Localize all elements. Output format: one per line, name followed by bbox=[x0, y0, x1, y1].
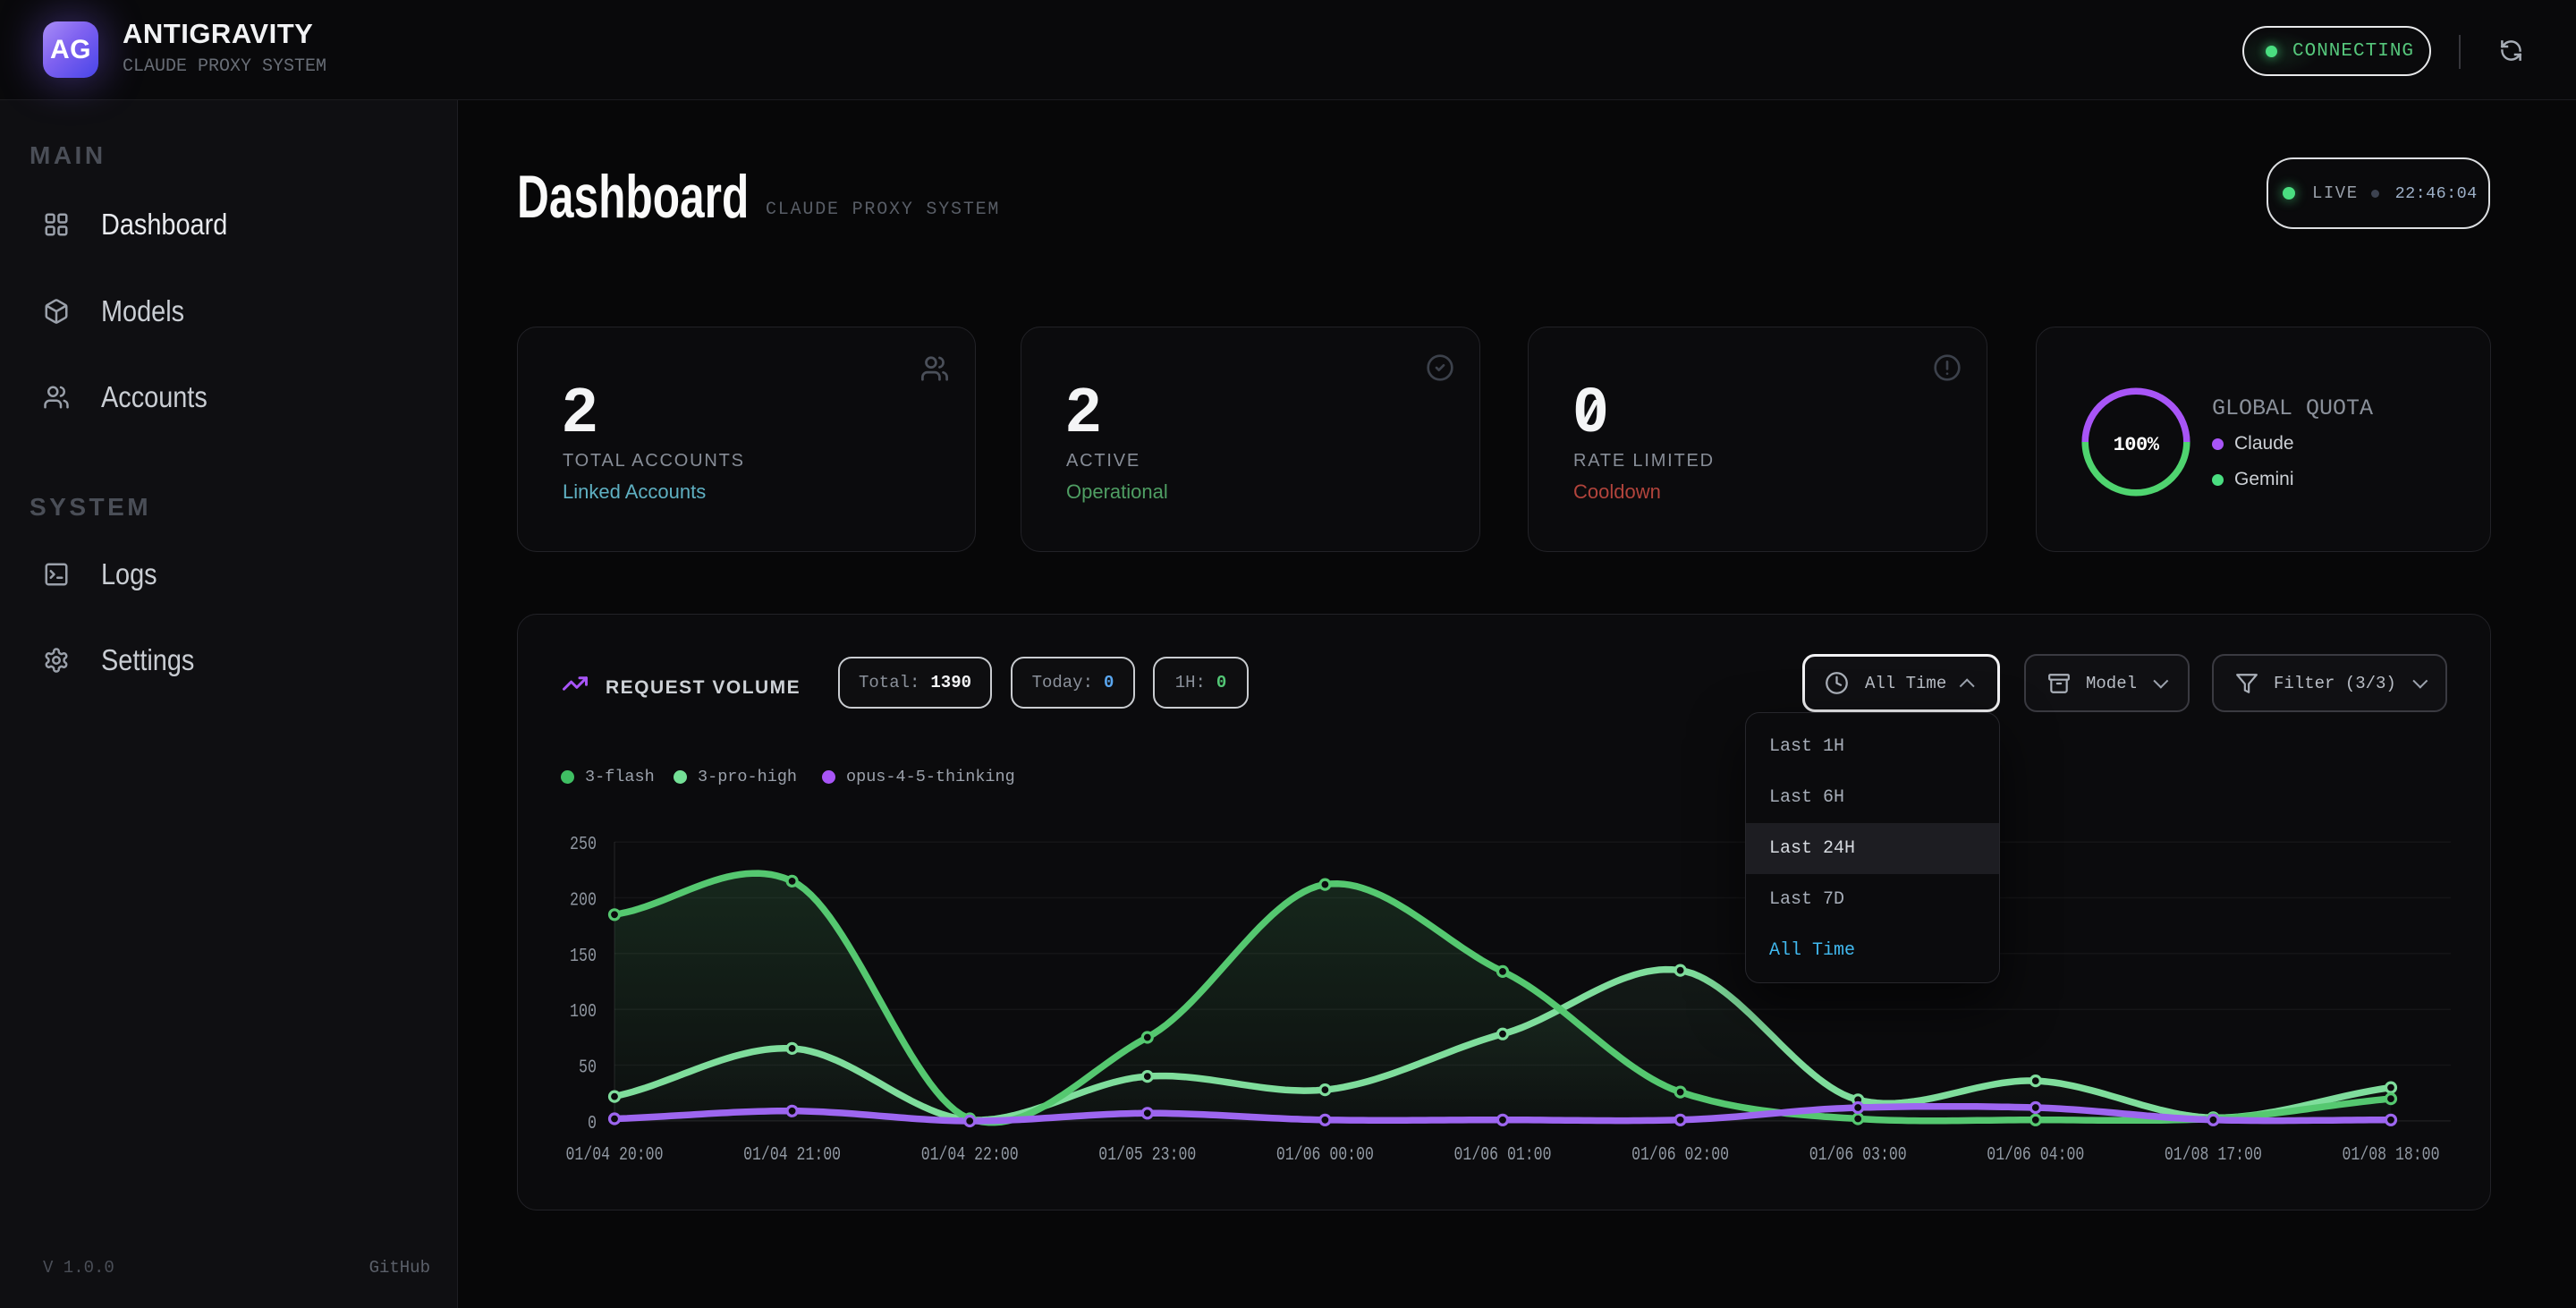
svg-text:01/08 18:00: 01/08 18:00 bbox=[2343, 1145, 2440, 1166]
svg-text:01/06 02:00: 01/06 02:00 bbox=[1631, 1145, 1729, 1166]
svg-text:200: 200 bbox=[570, 891, 597, 912]
svg-text:01/04 22:00: 01/04 22:00 bbox=[921, 1145, 1019, 1166]
svg-text:150: 150 bbox=[570, 947, 597, 967]
svg-text:01/06 00:00: 01/06 00:00 bbox=[1276, 1145, 1374, 1166]
svg-text:0: 0 bbox=[588, 1114, 597, 1134]
svg-text:01/06 03:00: 01/06 03:00 bbox=[1809, 1145, 1907, 1166]
svg-text:50: 50 bbox=[579, 1058, 597, 1079]
svg-text:01/06 01:00: 01/06 01:00 bbox=[1454, 1145, 1552, 1166]
svg-text:100: 100 bbox=[570, 1002, 597, 1023]
svg-text:01/06 04:00: 01/06 04:00 bbox=[1987, 1145, 2084, 1166]
svg-text:01/04 21:00: 01/04 21:00 bbox=[743, 1145, 841, 1166]
svg-text:250: 250 bbox=[570, 835, 597, 855]
svg-text:01/08 17:00: 01/08 17:00 bbox=[2165, 1145, 2262, 1166]
svg-text:01/05 23:00: 01/05 23:00 bbox=[1098, 1145, 1196, 1166]
svg-text:01/04 20:00: 01/04 20:00 bbox=[566, 1145, 664, 1166]
